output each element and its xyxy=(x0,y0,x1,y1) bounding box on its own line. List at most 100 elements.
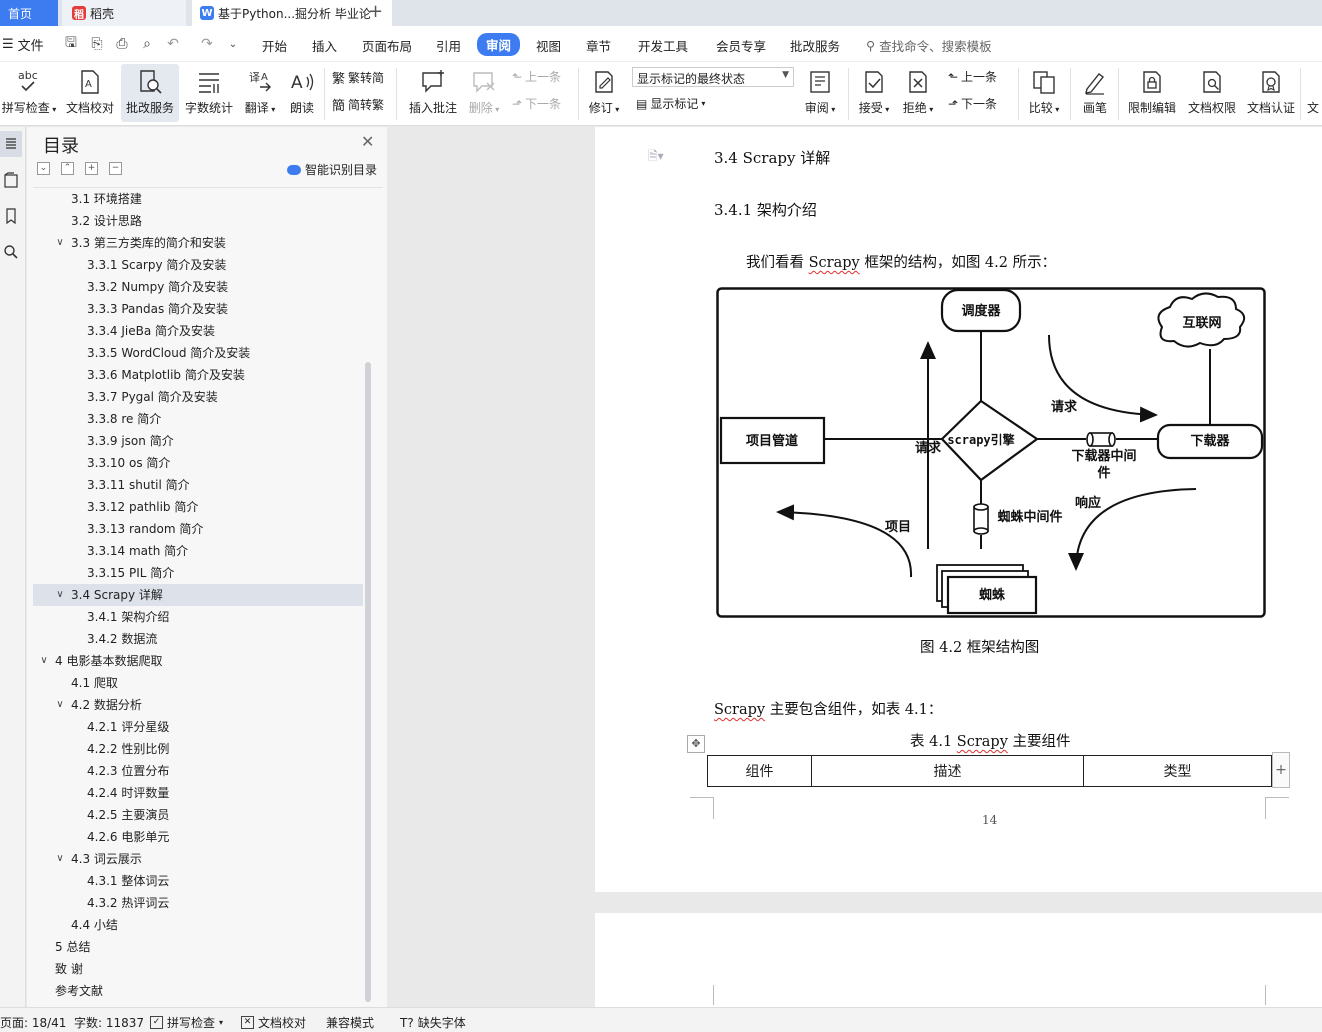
table-move-handle-icon[interactable]: ✥ xyxy=(687,735,705,753)
toc-item[interactable]: 5 总结 xyxy=(33,936,363,958)
toc-item[interactable]: 3.3.6 Matplotlib 简介及安装 xyxy=(33,364,363,386)
table-header-cell[interactable]: 组件 xyxy=(708,756,812,786)
toc-item[interactable]: 3.2 设计思路 xyxy=(33,210,363,232)
spelling-flag-word[interactable]: Scrapy xyxy=(957,734,1008,750)
toc-item[interactable]: 4.3.2 热评词云 xyxy=(33,892,363,914)
toc-item[interactable]: 4.3.1 整体词云 xyxy=(33,870,363,892)
reject-button[interactable]: 拒绝 ▾ xyxy=(898,64,938,122)
word-count-indicator[interactable]: 字数: 11837 xyxy=(74,1014,144,1031)
toc-scrollbar[interactable] xyxy=(365,362,371,1002)
menu-tab-start[interactable]: 开始 xyxy=(262,36,287,55)
quick-access-dropdown-icon[interactable]: ⌄ xyxy=(224,35,242,53)
toc-item[interactable]: 3.3.7 Pygal 简介及安装 xyxy=(33,386,363,408)
toc-item[interactable]: 参考文献 xyxy=(33,980,363,1002)
prev-change-button[interactable]: ⬑ 上一条 xyxy=(948,68,997,85)
menu-tab-view[interactable]: 视图 xyxy=(536,36,561,55)
spelling-flag-word[interactable]: Scrapy xyxy=(714,702,765,718)
compare-button[interactable]: 比较 ▾ xyxy=(1024,64,1064,122)
bookmark-icon[interactable] xyxy=(0,203,22,229)
toc-item[interactable]: 3.3.10 os 简介 xyxy=(33,452,363,474)
toc-item[interactable]: ∨ 4 电影基本数据爬取 xyxy=(33,650,363,672)
toc-item[interactable]: ∨ 3.4 Scrapy 详解 xyxy=(33,584,363,606)
toc-item[interactable]: 3.3.3 Pandas 简介及安装 xyxy=(33,298,363,320)
export-pdf-icon[interactable]: ⎘ xyxy=(88,35,106,53)
remove-heading-icon[interactable]: − xyxy=(109,162,122,175)
status-spell-check[interactable]: ✓ 拼写检查 ▾ xyxy=(150,1014,223,1031)
table-header-cell[interactable]: 类型 xyxy=(1084,756,1271,786)
toc-item[interactable]: 4.2.3 位置分布 xyxy=(33,760,363,782)
print-icon[interactable]: ⎙ xyxy=(113,35,131,53)
markup-state-select[interactable]: 显示标记的最终状态 ▼ xyxy=(632,67,794,87)
paragraph-handle-icon[interactable]: 🗎▾ xyxy=(648,147,664,168)
components-table[interactable]: 组件 描述 类型 xyxy=(707,755,1272,787)
toc-item[interactable]: 4.2.1 评分星级 xyxy=(33,716,363,738)
chevron-down-icon[interactable]: ∨ xyxy=(39,650,49,672)
chevron-down-icon[interactable]: ∨ xyxy=(55,848,65,870)
menu-tab-section[interactable]: 章节 xyxy=(586,36,611,55)
toc-item[interactable]: 3.4.2 数据流 xyxy=(33,628,363,650)
toc-item[interactable]: 4.2.2 性别比例 xyxy=(33,738,363,760)
spelling-flag-word[interactable]: Scrapy xyxy=(809,255,860,271)
toc-item[interactable]: 3.3.15 PIL 简介 xyxy=(33,562,363,584)
toc-item[interactable]: 4.2.5 主要演员 xyxy=(33,804,363,826)
restrict-edit-button[interactable]: 限制编辑 xyxy=(1124,64,1180,122)
search-icon[interactable] xyxy=(0,239,22,265)
menu-tab-layout[interactable]: 页面布局 xyxy=(362,36,412,55)
menu-tab-references[interactable]: 引用 xyxy=(436,36,461,55)
expand-up-icon[interactable]: ⌃ xyxy=(61,162,74,175)
toc-item[interactable]: ∨ 4.3 词云展示 xyxy=(33,848,363,870)
doc-proof-button[interactable]: A 文档校对 xyxy=(64,64,116,122)
toc-item[interactable]: 3.3.13 random 简介 xyxy=(33,518,363,540)
print-preview-icon[interactable]: ⌕ xyxy=(138,35,156,53)
toc-item[interactable]: ∨ 3.3 第三方类库的简介和安装 xyxy=(33,232,363,254)
track-changes-button[interactable]: 修订 ▾ xyxy=(584,64,624,122)
toc-item[interactable]: 4.2.6 电影单元 xyxy=(33,826,363,848)
add-column-icon[interactable]: + xyxy=(1272,752,1290,788)
toc-item[interactable]: ∨ 4.2 数据分析 xyxy=(33,694,363,716)
pen-button[interactable]: 画笔 xyxy=(1076,64,1114,122)
next-comment-button[interactable]: ⬏ 下一条 xyxy=(512,95,561,112)
toc-item[interactable]: 3.3.11 shutil 简介 xyxy=(33,474,363,496)
toc-item[interactable]: 3.3.1 Scarpy 简介及安装 xyxy=(33,254,363,276)
ribbon-more-button[interactable]: 文 xyxy=(1304,64,1322,122)
doc-certify-button[interactable]: 文档认证 xyxy=(1243,64,1299,122)
toc-item[interactable]: 3.3.8 re 简介 xyxy=(33,408,363,430)
file-menu[interactable]: ☰ 文件 xyxy=(2,35,44,54)
tab-daoke[interactable]: 稻 稻壳 xyxy=(62,0,186,26)
save-icon[interactable]: 🖫 xyxy=(62,35,80,53)
toc-item[interactable]: 3.1 环境搭建 xyxy=(33,188,363,210)
correction-service-button[interactable]: 批改服务 xyxy=(121,64,179,122)
tab-document[interactable]: W 基于Python...掘分析 毕业论 xyxy=(192,0,392,26)
add-heading-icon[interactable]: + xyxy=(85,162,98,175)
table-header-cell[interactable]: 描述 xyxy=(812,756,1084,786)
collapse-all-icon[interactable]: ⌄ xyxy=(37,162,50,175)
redo-icon[interactable]: ↷ xyxy=(198,35,216,53)
undo-icon[interactable]: ↶ xyxy=(164,35,182,53)
spell-check-button[interactable]: abc 拼写检查 ▾ xyxy=(0,64,58,122)
toc-item[interactable]: 3.3.12 pathlib 简介 xyxy=(33,496,363,518)
show-markup-button[interactable]: ▤ 显示标记 ▾ xyxy=(636,95,705,112)
read-aloud-button[interactable]: A 朗读 xyxy=(284,64,320,122)
smart-toc-button[interactable]: 智能识别目录 xyxy=(287,161,377,178)
doc-permission-button[interactable]: 文档权限 xyxy=(1184,64,1240,122)
tab-home[interactable]: 首页 xyxy=(0,0,58,26)
toc-item[interactable]: 致 谢 xyxy=(33,958,363,980)
toc-item[interactable]: 3.3.5 WordCloud 简介及安装 xyxy=(33,342,363,364)
menu-tab-insert[interactable]: 插入 xyxy=(312,36,337,55)
toc-item[interactable]: 4.1 爬取 xyxy=(33,672,363,694)
translate-button[interactable]: 译A 翻译 ▾ xyxy=(240,64,280,122)
delete-comment-button[interactable]: 删除 ▾ xyxy=(464,64,504,122)
missing-fonts-indicator[interactable]: T? 缺失字体 xyxy=(400,1014,466,1031)
new-tab-plus-icon[interactable]: + xyxy=(368,2,383,22)
toc-item[interactable]: 4.4 小结 xyxy=(33,914,363,936)
next-change-button[interactable]: ⬏ 下一条 xyxy=(948,95,997,112)
menu-tab-correction[interactable]: 批改服务 xyxy=(790,36,840,55)
command-search[interactable]: ⚲ 查找命令、搜索模板 xyxy=(866,36,992,55)
prev-comment-button[interactable]: ⬑ 上一条 xyxy=(512,68,561,85)
chapter-nav-icon[interactable] xyxy=(0,167,22,193)
close-icon[interactable]: ✕ xyxy=(361,132,374,151)
toc-panel-icon[interactable] xyxy=(0,131,22,157)
chevron-down-icon[interactable]: ∨ xyxy=(55,584,65,606)
review-pane-button[interactable]: 审阅 ▾ xyxy=(800,64,840,122)
toc-item[interactable]: 3.3.14 math 简介 xyxy=(33,540,363,562)
